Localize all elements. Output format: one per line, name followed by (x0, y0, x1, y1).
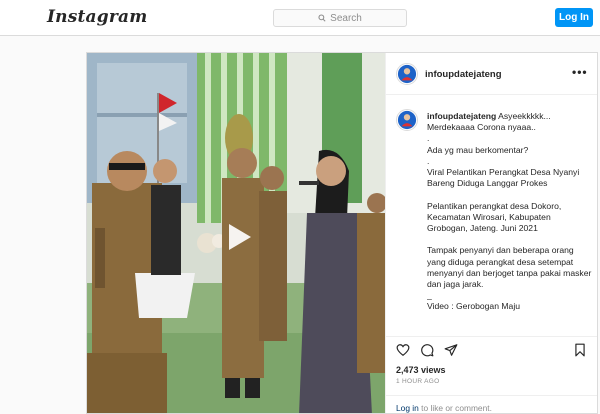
heart-icon (396, 344, 410, 356)
caption-username[interactable]: infoupdatejateng (427, 111, 496, 121)
post-sidebar: infoupdatejateng ••• infoupdatejateng As… (385, 53, 597, 413)
share-button[interactable] (444, 343, 458, 357)
profile-picture-icon (397, 110, 417, 130)
login-link[interactable]: Log in (396, 403, 419, 413)
post-video[interactable] (87, 53, 385, 413)
search-icon (318, 14, 326, 22)
profile-picture-icon (397, 64, 417, 84)
post-timestamp: 1 HOUR AGO (396, 378, 440, 385)
login-to-comment: Log in to like or comment. (386, 395, 597, 413)
post-card: infoupdatejateng ••• infoupdatejateng As… (86, 52, 598, 414)
post-header: infoupdatejateng ••• (386, 53, 597, 95)
caption-text: Asyeekkkkk... Merdekaaaa Corona nyaaa.. … (427, 111, 592, 312)
save-button[interactable] (573, 343, 587, 357)
share-icon (444, 344, 458, 356)
avatar[interactable] (396, 63, 418, 85)
post-actions: 2,473 views 1 HOUR AGO Log in to like or… (386, 336, 597, 413)
play-icon[interactable] (217, 216, 259, 258)
search-placeholder: Search (330, 12, 362, 24)
instagram-logo[interactable]: Instagram (47, 7, 147, 27)
login-button[interactable]: Log In (555, 8, 593, 27)
post-caption: infoupdatejateng Asyeekkkkk... Merdekaaa… (427, 111, 593, 339)
bookmark-icon (575, 343, 585, 357)
like-button[interactable] (396, 343, 410, 357)
post-username[interactable]: infoupdatejateng (425, 69, 502, 80)
view-count: 2,473 views (396, 365, 446, 375)
login-prompt-text: to like or comment. (418, 403, 492, 413)
caption-avatar[interactable] (396, 109, 418, 131)
comment-button[interactable] (420, 343, 434, 357)
comment-icon (421, 344, 434, 357)
more-options-icon[interactable]: ••• (572, 65, 588, 79)
search-input[interactable]: Search (273, 9, 407, 27)
top-navigation-bar: Instagram Search Log In (0, 0, 600, 36)
